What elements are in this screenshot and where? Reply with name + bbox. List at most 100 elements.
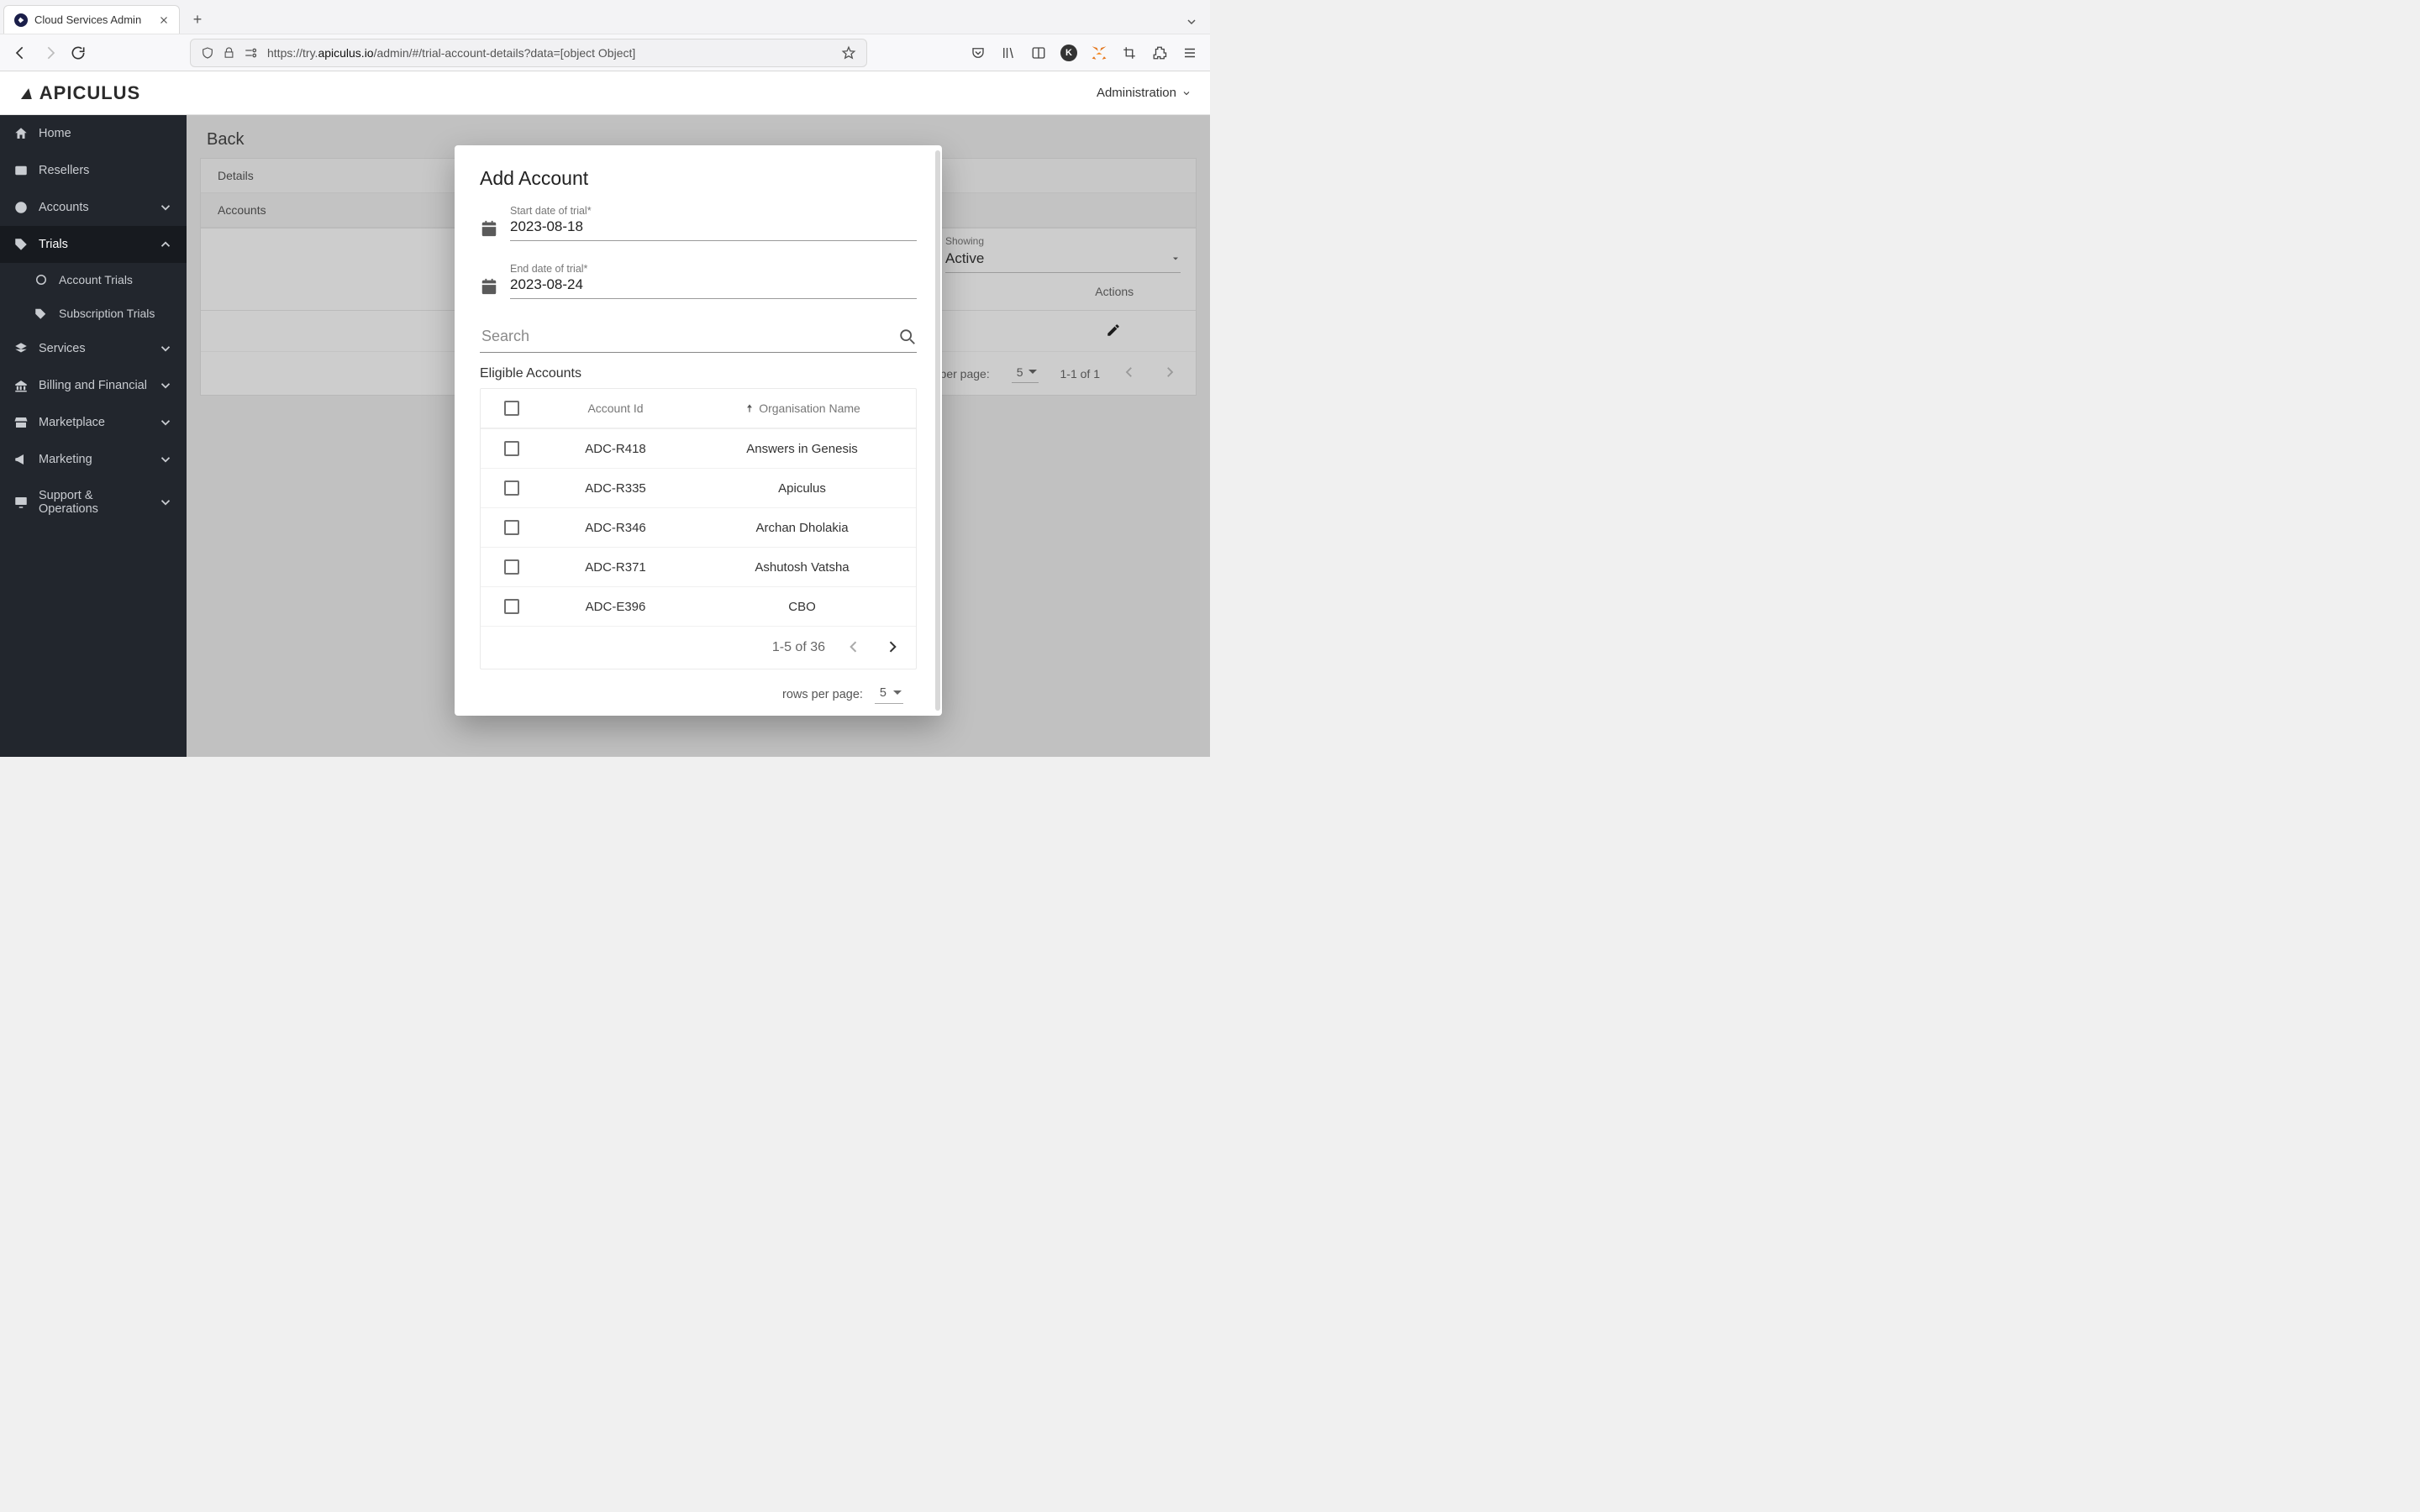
row-checkbox[interactable]	[504, 520, 519, 535]
search-input[interactable]	[480, 321, 898, 352]
eligible-row[interactable]: ADC-R418Answers in Genesis	[481, 428, 916, 468]
url-text: https://try.apiculus.io/admin/#/trial-ac…	[267, 46, 635, 60]
profile-badge[interactable]: K	[1060, 45, 1077, 61]
row-checkbox[interactable]	[504, 599, 519, 614]
modal-scrollbar[interactable]	[935, 150, 940, 711]
chevron-down-icon	[158, 495, 173, 510]
col-organisation-name[interactable]: Organisation Name	[697, 402, 908, 415]
eligible-pager-next-icon[interactable]	[884, 638, 902, 657]
crop-icon[interactable]	[1121, 45, 1138, 61]
library-icon[interactable]	[1000, 45, 1017, 61]
brand-logo-text: APICULUS	[39, 82, 140, 103]
end-date-label: End date of trial*	[510, 263, 917, 275]
reload-icon[interactable]	[69, 44, 87, 62]
brand-logo: ▲APICULUS	[18, 82, 140, 104]
extension-icons: K	[970, 45, 1198, 61]
metamask-icon[interactable]	[1091, 45, 1107, 61]
sidebar-item-label: Resellers	[39, 164, 89, 177]
user-circle-icon	[13, 200, 29, 215]
badge-icon	[34, 272, 49, 287]
sidebar-item-services[interactable]: Services	[0, 330, 187, 367]
search-icon[interactable]	[898, 328, 917, 346]
start-date-field[interactable]: Start date of trial* 2023-08-18	[480, 205, 917, 241]
tab-title: Cloud Services Admin	[34, 13, 141, 26]
layers-icon	[13, 341, 29, 356]
pocket-icon[interactable]	[970, 45, 986, 61]
reader-icon[interactable]	[1030, 45, 1047, 61]
url-prefix: https://try.	[267, 46, 318, 60]
sidebar-item-marketplace[interactable]: Marketplace	[0, 404, 187, 441]
cell-account-id: ADC-R418	[534, 442, 697, 456]
chevron-down-icon	[158, 452, 173, 467]
eligible-rpp-label: rows per page:	[782, 688, 863, 701]
sidebar-item-billing[interactable]: Billing and Financial	[0, 367, 187, 404]
megaphone-icon	[13, 452, 29, 467]
eligible-rpp-select[interactable]: 5	[875, 685, 903, 704]
cell-account-id: ADC-R371	[534, 560, 697, 575]
hamburger-menu-icon[interactable]	[1181, 45, 1198, 61]
lock-icon[interactable]	[223, 46, 235, 59]
row-checkbox[interactable]	[504, 441, 519, 456]
url-bar[interactable]: https://try.apiculus.io/admin/#/trial-ac…	[190, 39, 867, 67]
url-domain: apiculus.io	[318, 46, 373, 60]
eligible-rows-per-page: rows per page: 5	[480, 669, 917, 707]
cell-organisation-name: Archan Dholakia	[697, 521, 908, 535]
bookmark-star-icon[interactable]	[841, 45, 856, 60]
home-icon	[13, 126, 29, 141]
row-checkbox[interactable]	[504, 480, 519, 496]
caret-down-icon	[1181, 88, 1192, 98]
end-date-value: 2023-08-24	[510, 275, 917, 298]
eligible-accounts-table: Account Id Organisation Name ADC-R418Ans…	[480, 388, 917, 669]
permissions-icon[interactable]	[244, 47, 259, 59]
extensions-icon[interactable]	[1151, 45, 1168, 61]
modal-title: Add Account	[480, 167, 917, 190]
sidebar-item-accounts[interactable]: Accounts	[0, 189, 187, 226]
sidebar-item-trials[interactable]: Trials	[0, 226, 187, 263]
administration-menu[interactable]: Administration	[1097, 86, 1192, 100]
bank-icon	[13, 378, 29, 393]
col-account-id[interactable]: Account Id	[534, 402, 697, 415]
sidebar-item-label: Marketplace	[39, 416, 105, 429]
row-checkbox[interactable]	[504, 559, 519, 575]
sidebar-item-subscription-trials[interactable]: Subscription Trials	[15, 297, 187, 330]
cell-organisation-name: Apiculus	[697, 481, 908, 496]
cell-account-id: ADC-E396	[534, 600, 697, 614]
tags-icon	[34, 306, 49, 321]
select-all-checkbox[interactable]	[504, 401, 519, 416]
id-card-icon	[13, 163, 29, 178]
eligible-row[interactable]: ADC-R346Archan Dholakia	[481, 507, 916, 547]
sidebar-item-support[interactable]: Support & Operations	[0, 478, 187, 527]
tag-icon	[13, 237, 29, 252]
add-account-modal: Add Account Start date of trial* 2023-08…	[455, 145, 942, 716]
eligible-accounts-title: Eligible Accounts	[480, 366, 917, 381]
start-date-value: 2023-08-18	[510, 217, 917, 240]
forward-icon	[40, 44, 59, 62]
shield-icon[interactable]	[201, 46, 214, 60]
sidebar-item-resellers[interactable]: Resellers	[0, 152, 187, 189]
sort-asc-icon	[744, 402, 755, 414]
sidebar-item-label: Accounts	[39, 201, 89, 214]
cell-account-id: ADC-R335	[534, 481, 697, 496]
tab-favicon	[14, 13, 28, 27]
end-date-field[interactable]: End date of trial* 2023-08-24	[480, 263, 917, 299]
tabs-overflow-icon[interactable]	[1185, 15, 1198, 29]
calendar-icon	[480, 277, 498, 296]
eligible-row[interactable]: ADC-R371Ashutosh Vatsha	[481, 547, 916, 586]
sidebar-item-account-trials[interactable]: Account Trials	[15, 263, 187, 297]
eligible-table-footer: 1-5 of 36	[481, 626, 916, 669]
browser-tab[interactable]: Cloud Services Admin	[3, 5, 180, 34]
back-icon[interactable]	[12, 44, 30, 62]
sidebar-item-home[interactable]: Home	[0, 115, 187, 152]
sidebar-item-label: Trials	[39, 238, 68, 251]
sidebar-item-marketing[interactable]: Marketing	[0, 441, 187, 478]
chevron-down-icon	[158, 415, 173, 430]
cell-organisation-name: Answers in Genesis	[697, 442, 908, 456]
new-tab-button[interactable]: +	[185, 7, 210, 32]
eligible-pager-prev-icon	[845, 638, 864, 657]
browser-chrome: Cloud Services Admin +	[0, 0, 1210, 71]
eligible-row[interactable]: ADC-R335Apiculus	[481, 468, 916, 507]
search-field[interactable]	[480, 321, 917, 353]
tab-close-icon[interactable]	[159, 15, 169, 25]
eligible-row[interactable]: ADC-E396CBO	[481, 586, 916, 626]
col-organisation-name-label: Organisation Name	[759, 402, 860, 415]
